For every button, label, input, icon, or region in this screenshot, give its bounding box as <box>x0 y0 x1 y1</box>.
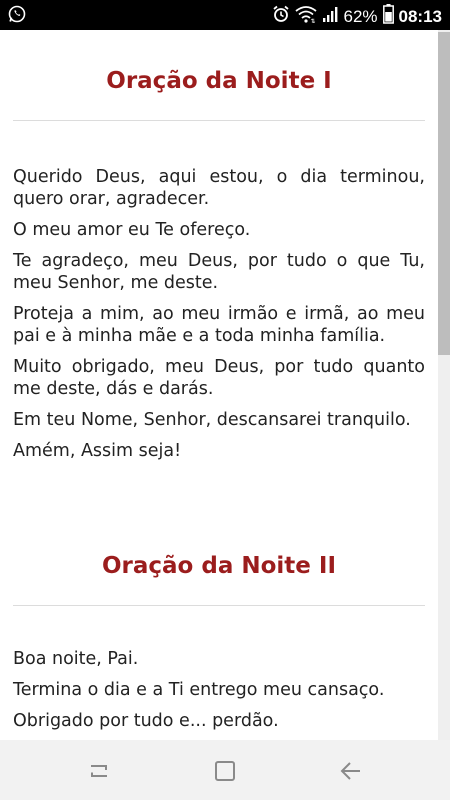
prayer-paragraph: Muito obrigado, meu Deus, por tudo quant… <box>13 357 425 399</box>
prayer-paragraph: Termina o dia e a Ti entrego meu cansaço… <box>13 680 385 700</box>
home-button[interactable] <box>212 758 238 784</box>
scrollbar[interactable] <box>438 30 450 740</box>
signal-icon <box>322 5 338 28</box>
prayer-paragraph: Proteja a mim, ao meu irmão e irmã, ao m… <box>13 304 425 346</box>
prayer-paragraph: Boa noite, Pai. <box>13 649 139 669</box>
svg-text:⇅: ⇅ <box>311 18 316 23</box>
navigation-bar <box>0 740 450 800</box>
prayer-paragraph: Amém, Assim seja! <box>13 441 182 461</box>
recent-apps-icon <box>86 765 112 788</box>
prayer-content[interactable]: Oração da Noite I Querido Deus, aqui est… <box>0 30 438 740</box>
status-bar-left <box>8 5 26 28</box>
prayer-paragraph: Em teu Nome, Senhor, descansarei tranqui… <box>13 410 411 430</box>
alarm-icon <box>272 5 290 28</box>
recent-apps-button[interactable] <box>86 758 112 784</box>
prayer-paragraph: Querido Deus, aqui estou, o dia terminou… <box>13 167 425 209</box>
section-title: Oração da Noite I <box>106 68 332 94</box>
battery-percent: 62% <box>343 6 378 26</box>
status-bar: ⇅ 62% 08:13 <box>0 0 450 30</box>
section-divider <box>13 605 425 606</box>
prayer-paragraph: O meu amor eu Te ofereço. <box>13 220 251 240</box>
prayer-section-2: Oração da Noite II Boa noite, Pai. Termi… <box>0 553 438 732</box>
prayer-paragraph: Te agradeço, meu Deus, por tudo o que Tu… <box>13 251 425 293</box>
status-bar-right: ⇅ 62% 08:13 <box>272 4 442 29</box>
wifi-icon: ⇅ <box>295 5 318 28</box>
whatsapp-icon <box>8 5 26 28</box>
prayer-paragraph: Obrigado por tudo e... perdão. <box>13 711 279 731</box>
back-button[interactable] <box>338 758 364 784</box>
clock-time: 08:13 <box>398 6 442 26</box>
section-divider <box>13 120 425 121</box>
prayer-section-1: Oração da Noite I Querido Deus, aqui est… <box>0 68 438 462</box>
scrollbar-thumb[interactable] <box>438 32 450 355</box>
battery-icon <box>382 4 394 29</box>
back-icon <box>338 762 364 788</box>
section-title: Oração da Noite II <box>101 553 337 579</box>
home-icon <box>212 761 238 788</box>
